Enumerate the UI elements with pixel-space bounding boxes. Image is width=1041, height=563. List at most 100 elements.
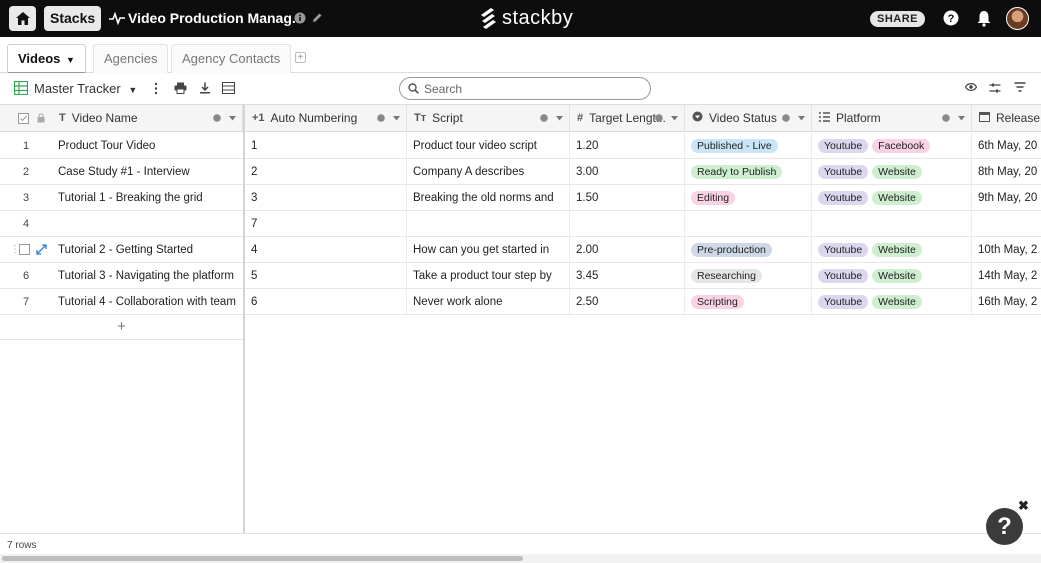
cell-release[interactable]: 16th May, 2 (972, 289, 1041, 315)
info-icon[interactable] (294, 12, 306, 24)
horizontal-scrollbar[interactable] (0, 554, 1041, 563)
row-number[interactable]: 6 (0, 263, 52, 289)
cell-platform[interactable]: Youtube Website (812, 263, 972, 289)
cell-script[interactable] (407, 211, 570, 237)
caret-down-icon[interactable] (556, 116, 563, 121)
cell-video-status[interactable]: Researching (685, 263, 812, 289)
cell-script[interactable]: Never work alone (407, 289, 570, 315)
cell-script[interactable]: Product tour video script (407, 133, 570, 159)
cell-script[interactable]: How can you get started in (407, 237, 570, 263)
cell-platform[interactable]: Youtube Website (812, 237, 972, 263)
bell-icon[interactable] (976, 10, 992, 27)
cell-target-length[interactable] (570, 211, 685, 237)
cell-auto-numbering[interactable]: 2 (245, 159, 407, 185)
cell-platform[interactable]: Youtube Website (812, 185, 972, 211)
info-icon[interactable] (540, 114, 548, 122)
cell-video-status[interactable]: Scripting (685, 289, 812, 315)
stacks-button[interactable]: Stacks (44, 6, 102, 31)
cell-video-name[interactable]: Tutorial 2 - Getting Started (52, 237, 243, 263)
cell-platform[interactable]: Youtube Website (812, 159, 972, 185)
stack-title[interactable]: Video Production Manag... (128, 10, 304, 26)
search-input[interactable] (424, 81, 644, 97)
more-icon[interactable] (153, 82, 159, 95)
cell-video-status[interactable]: Published - Live (685, 133, 812, 159)
add-table-button[interactable]: + (295, 52, 306, 63)
home-button[interactable] (9, 6, 36, 31)
caret-down-icon[interactable] (229, 116, 236, 121)
row-number[interactable]: 2 (0, 159, 52, 185)
cell-release[interactable]: 10th May, 2 (972, 237, 1041, 263)
cell-target-length[interactable]: 1.50 (570, 185, 685, 211)
cell-release[interactable]: 9th May, 20 (972, 185, 1041, 211)
print-icon[interactable] (174, 82, 187, 94)
info-icon[interactable] (655, 114, 663, 122)
cell-target-length[interactable]: 1.20 (570, 133, 685, 159)
row-number[interactable]: 3 (0, 185, 52, 211)
cell-auto-numbering[interactable]: 1 (245, 133, 407, 159)
cell-release[interactable]: 8th May, 20 (972, 159, 1041, 185)
column-header-script[interactable]: Tт Script (407, 105, 570, 132)
column-header-platform[interactable]: Platform (812, 105, 972, 132)
cell-video-status[interactable] (685, 211, 812, 237)
checkbox-icon[interactable] (19, 244, 30, 255)
row-number[interactable]: 1 (0, 133, 52, 159)
caret-down-icon[interactable] (393, 116, 400, 121)
cell-auto-numbering[interactable]: 7 (245, 211, 407, 237)
cell-video-name[interactable] (52, 211, 243, 237)
cell-target-length[interactable]: 2.00 (570, 237, 685, 263)
cell-platform[interactable]: Youtube Website (812, 289, 972, 315)
checkbox-icon[interactable] (18, 112, 29, 124)
cell-platform[interactable]: Youtube Facebook (812, 133, 972, 159)
caret-down-icon[interactable] (671, 116, 678, 121)
cell-auto-numbering[interactable]: 6 (245, 289, 407, 315)
cell-target-length[interactable]: 2.50 (570, 289, 685, 315)
column-header-target-length[interactable]: # Target Lengt... (570, 105, 685, 132)
row-number[interactable]: 7 (0, 289, 52, 315)
download-icon[interactable] (199, 82, 211, 94)
view-switcher[interactable]: Master Tracker ▼ (34, 81, 137, 96)
info-icon[interactable] (213, 114, 221, 122)
pencil-icon[interactable] (311, 12, 323, 24)
cell-video-name[interactable]: Tutorial 3 - Navigating the platform (52, 263, 243, 289)
cell-video-status[interactable]: Editing (685, 185, 812, 211)
cell-script[interactable]: Breaking the old norms and (407, 185, 570, 211)
cell-release[interactable]: 6th May, 20 (972, 133, 1041, 159)
row-number[interactable]: ⋮ (0, 237, 52, 263)
caret-down-icon[interactable] (798, 116, 805, 121)
row-height-icon[interactable] (222, 82, 235, 94)
expand-icon[interactable] (36, 244, 47, 255)
cell-video-status[interactable]: Pre-production (685, 237, 812, 263)
adjust-icon[interactable] (989, 82, 1001, 94)
column-header-video-status[interactable]: Video Status (685, 105, 812, 132)
hide-fields-icon[interactable] (965, 82, 977, 92)
info-icon[interactable] (782, 114, 790, 122)
cell-release[interactable]: 14th May, 2 (972, 263, 1041, 289)
tab-videos[interactable]: Videos ▼ (7, 44, 86, 74)
cell-target-length[interactable]: 3.00 (570, 159, 685, 185)
column-header-release[interactable]: Release (972, 105, 1041, 132)
cell-auto-numbering[interactable]: 3 (245, 185, 407, 211)
scrollbar-thumb[interactable] (2, 556, 523, 561)
cell-video-name[interactable]: Case Study #1 - Interview (52, 159, 243, 185)
help-icon[interactable]: ? (943, 10, 959, 26)
caret-down-icon[interactable] (958, 116, 965, 121)
cell-video-status[interactable]: Ready to Publish (685, 159, 812, 185)
cell-auto-numbering[interactable]: 5 (245, 263, 407, 289)
cell-target-length[interactable]: 3.45 (570, 263, 685, 289)
cell-video-name[interactable]: Product Tour Video (52, 133, 243, 159)
column-header-auto-numbering[interactable]: +1 Auto Numbering (245, 105, 407, 132)
share-button[interactable]: SHARE (870, 11, 926, 27)
add-row-button[interactable]: + (0, 314, 243, 340)
info-icon[interactable] (377, 114, 385, 122)
row-number[interactable]: 4 (0, 211, 52, 237)
close-icon[interactable]: ✖ (1018, 498, 1029, 514)
cell-platform[interactable] (812, 211, 972, 237)
cell-auto-numbering[interactable]: 4 (245, 237, 407, 263)
filter-icon[interactable] (1014, 82, 1026, 92)
tab-agencies[interactable]: Agencies (93, 44, 169, 73)
info-icon[interactable] (942, 114, 950, 122)
tab-agency-contacts[interactable]: Agency Contacts (171, 44, 292, 73)
cell-video-name[interactable]: Tutorial 1 - Breaking the grid (52, 185, 243, 211)
cell-video-name[interactable]: Tutorial 4 - Collaboration with team (52, 289, 243, 315)
column-header-video-name[interactable]: T Video Name (52, 105, 243, 132)
